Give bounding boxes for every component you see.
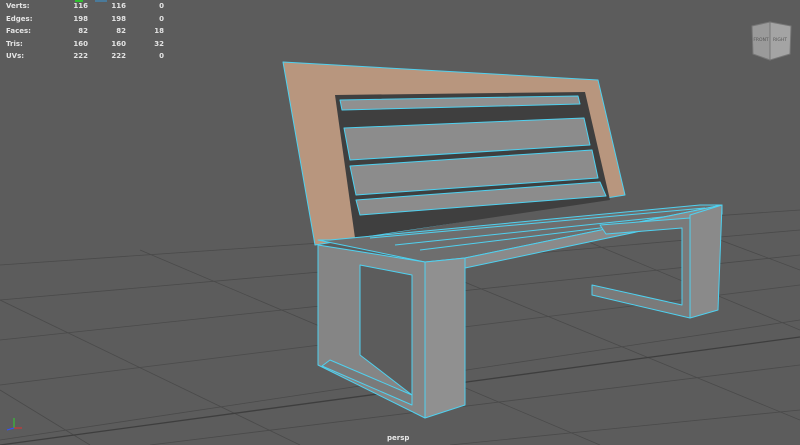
axis-gizmo-icon <box>6 418 22 431</box>
left-leg-front <box>424 257 466 419</box>
poly-count-hud: Verts: 116 116 0 Edges: 198 198 0 Faces: 82 82 18… <box>6 0 164 63</box>
stat-row-uvs: UVs: 222 222 0 <box>6 52 164 61</box>
view-cube-right[interactable]: RIGHT <box>773 37 787 43</box>
stat-row-tris: Tris: 160 160 32 <box>6 39 164 48</box>
right-leg-front <box>689 204 723 319</box>
stat-row-verts: Verts: 116 116 0 <box>6 2 164 11</box>
camera-label: persp <box>387 434 410 442</box>
stat-row-faces: Faces: 82 82 18 <box>6 27 164 36</box>
viewport-3d[interactable] <box>0 0 800 445</box>
view-cube[interactable]: FRONT RIGHT <box>748 20 794 62</box>
view-cube-front[interactable]: FRONT <box>753 37 769 43</box>
stat-row-edges: Edges: 198 198 0 <box>6 14 164 23</box>
